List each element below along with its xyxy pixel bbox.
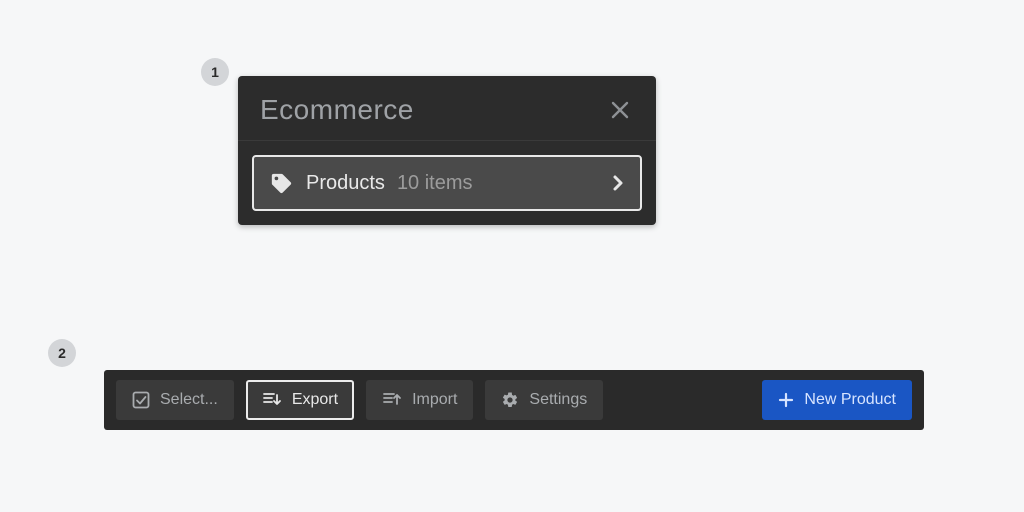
row-label: Products [306,172,385,195]
checkbox-icon [132,391,150,409]
button-label: Import [412,391,457,409]
select-button[interactable]: Select... [116,380,234,420]
export-button[interactable]: Export [246,380,354,420]
button-label: Select... [160,391,218,409]
settings-button[interactable]: Settings [485,380,603,420]
gear-icon [501,391,519,409]
button-label: New Product [804,391,896,409]
ecommerce-panel: Ecommerce Products 10 items [238,76,656,225]
chevron-right-icon [612,174,624,192]
panel-title: Ecommerce [260,94,414,126]
panel-header: Ecommerce [238,76,656,141]
step-number: 1 [211,64,219,80]
import-button[interactable]: Import [366,380,473,420]
row-count: 10 items [397,172,612,195]
products-row[interactable]: Products 10 items [252,155,642,211]
plus-icon [778,392,794,408]
products-toolbar: Select... Export Import Settin [104,370,924,430]
tag-icon [270,172,292,194]
step-badge-1: 1 [201,58,229,86]
close-icon[interactable] [606,96,634,124]
button-label: Export [292,391,338,409]
step-badge-2: 2 [48,339,76,367]
new-product-button[interactable]: New Product [762,380,912,420]
import-icon [382,391,402,409]
step-number: 2 [58,345,66,361]
export-icon [262,391,282,409]
button-label: Settings [529,391,587,409]
